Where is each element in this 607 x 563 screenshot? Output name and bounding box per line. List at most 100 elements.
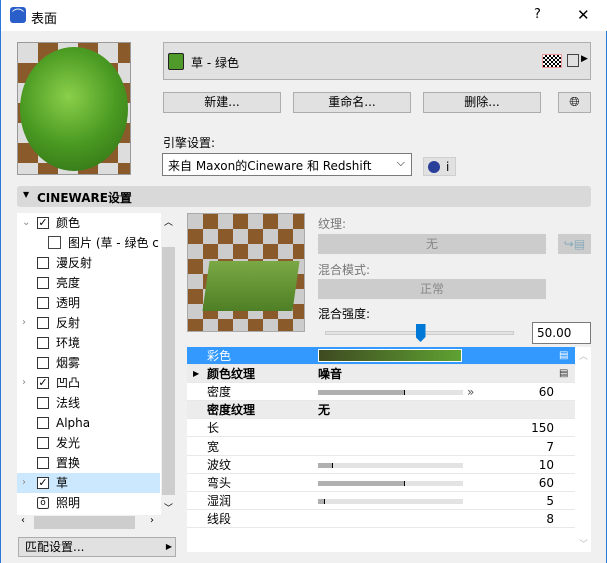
checkbox[interactable] (37, 417, 49, 429)
property-label: 宽 (207, 439, 220, 454)
tree-item[interactable]: 环境 (17, 333, 160, 353)
tree-item[interactable]: 漫反射 (17, 253, 160, 273)
checkbox[interactable] (37, 337, 49, 349)
property-value[interactable]: 噪音 (318, 365, 342, 383)
color-gradient-swatch[interactable] (318, 349, 462, 362)
tree-item[interactable]: › ✓ 草 (17, 473, 160, 493)
tree-item[interactable]: 亮度 (17, 273, 160, 293)
checkbox[interactable] (37, 257, 49, 269)
property-value[interactable]: 无 (318, 401, 330, 419)
tree-item[interactable]: ⌄ ✓ 颜色 (17, 213, 160, 233)
property-number[interactable]: 5 (546, 492, 554, 510)
tree-item[interactable]: 烟雾 (17, 353, 160, 373)
property-row[interactable]: 彩色 ▤ (187, 347, 575, 365)
engine-info-button[interactable]: i (423, 157, 456, 176)
delete-button[interactable]: 删除... (423, 92, 541, 113)
property-row[interactable]: 湿润 5 (187, 491, 575, 510)
property-row[interactable]: 密度 » 60 (187, 383, 575, 402)
info-icon: i (446, 160, 450, 174)
tree-item[interactable]: 图片 (草 - 绿色 cl (17, 233, 160, 253)
new-button[interactable]: 新建... (163, 92, 281, 113)
scroll-thumb[interactable] (162, 247, 175, 495)
property-row[interactable]: 波纹 10 (187, 455, 575, 474)
light-bulb-icon: ō (37, 497, 49, 509)
tree-vscrollbar[interactable]: ︿ ﹀ (161, 213, 176, 515)
scroll-right-icon[interactable]: › (150, 515, 154, 526)
channel-preview (187, 213, 305, 332)
property-label: 波纹 (207, 457, 232, 472)
property-number[interactable]: 60 (539, 474, 554, 492)
property-number[interactable]: 8 (546, 510, 554, 528)
chevron-right-icon[interactable]: › (22, 313, 26, 333)
property-number[interactable]: 7 (546, 438, 554, 456)
scroll-up-icon[interactable]: ︿ (579, 349, 588, 362)
property-number[interactable]: 150 (531, 419, 554, 437)
tree-item[interactable]: 置换 (17, 453, 160, 473)
surface-color-swatch[interactable] (168, 53, 184, 70)
property-row[interactable]: 宽7 (187, 437, 575, 456)
channel-tree[interactable]: ⌄ ✓ 颜色 图片 (草 - 绿色 cl 漫反射 亮度 透明 › 反射 环境 烟雾 › ✓ 凹凸 法线 Alp… (17, 213, 176, 515)
property-number[interactable]: 10 (539, 456, 554, 474)
property-row[interactable]: 弯头 60 (187, 473, 575, 492)
surface-name-field[interactable]: 草 - 绿色 ▶ (163, 42, 591, 80)
property-slider[interactable] (318, 390, 463, 396)
animate-icon[interactable]: » (467, 383, 474, 401)
property-row[interactable]: 长 150 (187, 419, 575, 438)
close-button[interactable]: ✕ (577, 6, 590, 24)
tree-item-label: 透明 (56, 296, 81, 310)
checkbox[interactable] (37, 277, 49, 289)
blend-strength-input[interactable]: 50.00 (532, 322, 591, 344)
fill-pattern-icon[interactable] (542, 54, 562, 68)
scroll-down-icon[interactable]: ﹀ (579, 537, 588, 550)
menu-arrow-icon[interactable]: ▶ (581, 54, 588, 64)
checkbox[interactable]: ✓ (37, 477, 49, 489)
tree-item[interactable]: › ✓ 凹凸 (17, 373, 160, 393)
scroll-down-icon[interactable]: ﹀ (164, 501, 173, 514)
checkbox[interactable] (37, 357, 49, 369)
checkbox[interactable]: ✓ (37, 377, 49, 389)
checkbox[interactable] (37, 317, 49, 329)
image-menu-icon[interactable] (567, 54, 579, 67)
tree-hscrollbar[interactable]: ‹ › (17, 515, 161, 530)
property-grid[interactable]: 彩色 ▤ ▶ 颜色纹理 噪音 ▤ 密度» 60 密度纹理无长 150 宽 7 波纹 10 弯头 60 湿润 5 线段… (187, 347, 591, 552)
tree-item[interactable]: › 反射 (17, 313, 160, 333)
property-row[interactable]: ▶ 颜色纹理 噪音 ▤ (187, 365, 575, 384)
slider-thumb[interactable] (415, 324, 426, 342)
tree-item[interactable]: Alpha (17, 413, 160, 433)
grid-vscrollbar[interactable]: ︿ ﹀ (575, 347, 591, 552)
hscroll-thumb[interactable] (34, 516, 135, 529)
property-slider[interactable] (318, 480, 463, 486)
tree-item[interactable]: 法线 (17, 393, 160, 413)
property-row[interactable]: 密度纹理 无 (187, 401, 575, 420)
property-row[interactable]: 线段 8 (187, 509, 575, 528)
checkbox[interactable] (37, 457, 49, 469)
tree-item-label: 图片 (草 - 绿色 cl (68, 236, 160, 250)
scroll-left-icon[interactable]: ‹ (21, 515, 25, 526)
chevron-right-icon[interactable]: › (22, 373, 26, 393)
checkbox[interactable] (37, 297, 49, 309)
texture-load-icon[interactable]: ▤ (559, 347, 568, 365)
match-settings-button[interactable]: 匹配设置... ▶ (18, 537, 176, 557)
tree-item[interactable]: ō 照明 (17, 493, 160, 513)
tree-item-label: 烟雾 (56, 356, 81, 370)
checkbox[interactable]: ✓ (37, 217, 49, 229)
property-number[interactable]: 60 (539, 383, 554, 401)
scroll-up-icon[interactable]: ︿ (164, 215, 173, 228)
cineware-section-header[interactable]: ▼ CINEWARE设置 (17, 186, 591, 207)
globe-link-button[interactable]: 🌐︎ (558, 92, 591, 113)
checkbox[interactable] (37, 437, 49, 449)
tree-item[interactable]: 发光 (17, 433, 160, 453)
help-button[interactable]: ? (534, 7, 541, 22)
rename-button[interactable]: 重命名... (293, 92, 411, 113)
tree-item-label: 漫反射 (56, 256, 93, 270)
blend-strength-slider[interactable] (325, 324, 514, 342)
expand-triangle-icon[interactable]: ▶ (193, 365, 199, 383)
property-slider[interactable] (318, 462, 463, 468)
chevron-down-icon[interactable]: ⌄ (22, 213, 30, 233)
checkbox[interactable] (37, 397, 49, 409)
engine-select[interactable]: 来自 Maxon的Cineware 和 Redshift ⌵ (162, 153, 412, 176)
texture-load-icon[interactable]: ▤ (559, 365, 568, 383)
chevron-right-icon[interactable]: › (22, 473, 26, 493)
tree-item[interactable]: 透明 (17, 293, 160, 313)
property-slider[interactable] (318, 498, 463, 504)
